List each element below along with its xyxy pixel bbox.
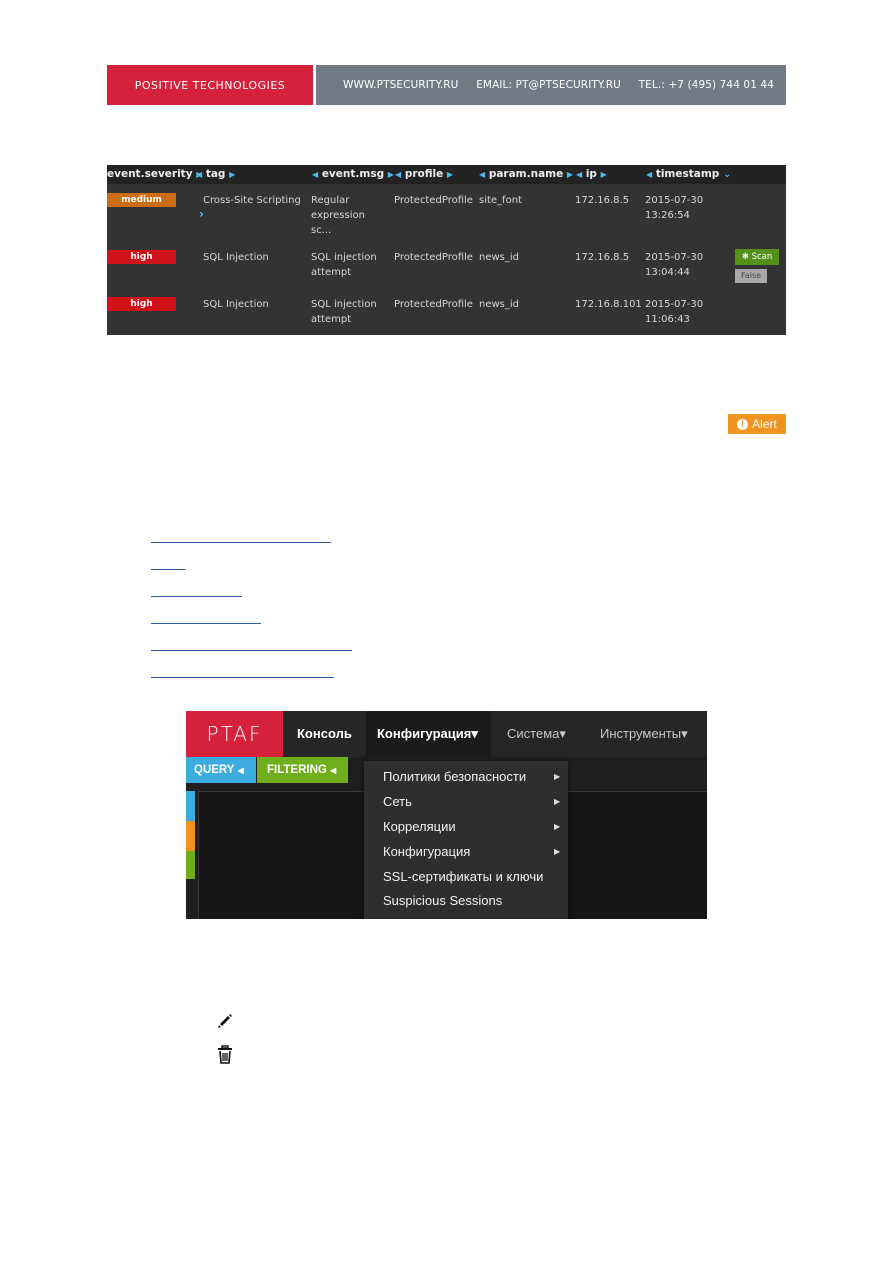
msg-cell: Regular expression sc... [311,195,365,236]
param-cell: site_font [479,195,522,206]
caret-down-icon: ▾ [681,726,688,741]
submenu-arrow-icon: ▶ [554,772,561,781]
nav-console[interactable]: Консоль [297,711,352,757]
timestamp-cell: 2015-07-30 11:06:43 [645,299,704,325]
severity-badge: high [107,297,176,311]
severity-badge: high [107,250,176,264]
submenu-arrow-icon: ▶ [554,847,561,856]
document-link[interactable] [151,569,186,570]
nav-system[interactable]: Система▾ [507,711,566,757]
param-cell: news_id [479,299,520,310]
col-header-ip[interactable]: ◀ ip ▶ [576,168,607,180]
severity-badge: medium [107,193,176,207]
sidebar-tab-blue[interactable] [186,791,195,821]
menu-item-configuration[interactable]: Конфигурация [383,844,470,859]
profile-cell: ProtectedProfile [394,195,473,206]
phone-text: TEL.: +7 (495) 744 01 44 [638,79,774,91]
timestamp-cell: 2015-07-30 13:26:54 [645,195,704,221]
col-header-timestamp[interactable]: ◀ timestamp ⌄ [646,168,731,180]
email-text: EMAIL: PT@PTSECURITY.RU [476,79,621,91]
timestamp-cell: 2015-07-30 13:04:44 [645,252,704,278]
ip-cell: 172.16.8.5 [575,252,630,263]
query-tab[interactable]: QUERY ◀ [186,757,256,783]
profile-cell: ProtectedProfile [394,299,473,310]
submenu-arrow-icon: ▶ [554,822,561,831]
caret-down-icon: ▾ [559,726,566,741]
document-link[interactable] [151,677,334,678]
chevron-down-icon: ⌄ [722,169,732,180]
col-header-profile[interactable]: ◀ profile ▶ [395,168,453,180]
sidebar-tab-green[interactable] [186,851,195,879]
menu-item-network[interactable]: Сеть [383,794,412,809]
document-link[interactable] [151,596,242,597]
website-link[interactable]: WWW.PTSECURITY.RU [343,79,458,91]
sidebar-tab-orange[interactable] [186,821,195,851]
col-header-severity[interactable]: event.severity ▶ [107,168,202,180]
header-banner: POSITIVE TECHNOLOGIES WWW.PTSECURITY.RU … [107,65,786,105]
pencil-icon[interactable] [216,1011,234,1029]
param-cell: news_id [479,252,520,263]
contact-bar: WWW.PTSECURITY.RU EMAIL: PT@PTSECURITY.R… [316,65,786,105]
configuration-dropdown-menu: Политики безопасности ▶ Сеть ▶ Корреляци… [364,761,568,919]
col-header-tag[interactable]: ◀ tag ▶ [196,168,235,180]
alert-label: Alert [752,417,777,431]
submenu-arrow-icon: ▶ [554,797,561,806]
tag-cell: Cross-Site Scripting [203,195,301,206]
ip-cell: 172.16.8.5 [575,195,630,206]
col-header-msg[interactable]: ◀ event.msg ▶ [312,168,394,180]
events-table: event.severity ▶ ◀ tag ▶ ◀ event.msg ▶ ◀… [107,165,786,335]
ptaf-console-screenshot: PTAF Консоль Конфигурация▾ Система▾ Инст… [186,711,707,919]
document-link[interactable] [151,542,331,543]
ptaf-logo[interactable]: PTAF [186,711,283,757]
menu-item-correlations[interactable]: Корреляции [383,819,456,834]
msg-cell: SQL injection attempt [311,299,377,325]
ip-cell: 172.16.8.101 [575,299,642,310]
caret-left-icon: ◀ [330,766,337,775]
alert-button[interactable]: ! Alert [728,414,786,434]
chevron-right-icon[interactable]: › [199,207,204,222]
table-header: event.severity ▶ ◀ tag ▶ ◀ event.msg ▶ ◀… [107,165,786,184]
nav-tools[interactable]: Инструменты▾ [600,711,688,757]
info-circle-icon: ! [737,418,749,430]
menu-item-ssl-certificates[interactable]: SSL-сертификаты и ключи [383,869,543,884]
bug-icon: ✱ [741,252,749,262]
trash-icon[interactable] [216,1045,234,1064]
msg-cell: SQL injection attempt [311,252,377,278]
document-link[interactable] [151,623,261,624]
menu-item-security-policies[interactable]: Политики безопасности [383,769,526,784]
document-link[interactable] [151,650,352,651]
brand-name: POSITIVE TECHNOLOGIES [107,65,313,105]
profile-cell: ProtectedProfile [394,252,473,263]
tag-cell: SQL Injection [203,252,269,263]
col-header-param[interactable]: ◀ param.name ▶ [479,168,573,180]
filtering-tab[interactable]: FILTERING ◀ [257,757,348,783]
caret-down-icon: ▾ [471,726,478,741]
false-positive-button[interactable]: False [735,269,767,283]
tag-cell: SQL Injection [203,299,269,310]
menu-item-suspicious-sessions[interactable]: Suspicious Sessions [383,893,502,908]
caret-left-icon: ◀ [237,766,244,775]
scan-button[interactable]: ✱ Scan [735,249,779,265]
nav-configuration[interactable]: Конфигурация▾ [377,711,478,757]
